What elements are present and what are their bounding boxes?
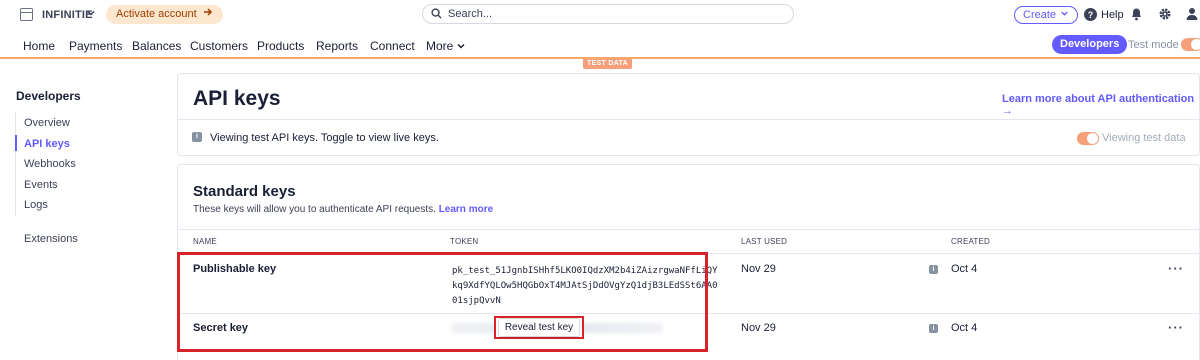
chevron-down-icon[interactable] xyxy=(456,40,466,54)
sidebar-item-overview[interactable]: Overview xyxy=(24,117,70,129)
user-icon[interactable] xyxy=(1186,7,1200,21)
sidebar-item-api-keys[interactable]: API keys xyxy=(24,138,70,150)
search-bar[interactable] xyxy=(422,4,794,24)
help-label: Help xyxy=(1101,8,1124,21)
nav-item-reports[interactable]: Reports xyxy=(316,39,358,53)
test-mode-toggle[interactable] xyxy=(1181,38,1200,51)
account-logo-icon xyxy=(20,8,33,21)
column-header-last-used: LAST USED xyxy=(741,237,788,246)
sidebar-title: Developers xyxy=(16,89,81,103)
sidebar-item-events[interactable]: Events xyxy=(24,179,58,191)
help-icon: ? xyxy=(1084,8,1097,21)
more-icon[interactable]: ··· xyxy=(1168,261,1184,276)
test-keys-notice: Viewing test API keys. Toggle to view li… xyxy=(210,132,439,144)
chevron-down-icon xyxy=(1060,9,1069,21)
column-header-token: TOKEN xyxy=(450,237,479,246)
bell-icon[interactable] xyxy=(1130,7,1144,21)
nav-item-payments[interactable]: Payments xyxy=(69,39,122,53)
create-label: Create xyxy=(1023,9,1057,21)
info-icon: i xyxy=(192,132,202,142)
reveal-test-key-label: Reveal test key xyxy=(497,318,581,337)
key-name: Secret key xyxy=(193,322,249,334)
help-button[interactable]: ? Help xyxy=(1084,8,1124,21)
search-input[interactable] xyxy=(448,8,768,20)
more-icon[interactable]: ··· xyxy=(1168,320,1184,335)
sidebar-item-extensions[interactable]: Extensions xyxy=(24,233,78,245)
create-button[interactable]: Create xyxy=(1014,6,1079,24)
divider xyxy=(177,229,1200,230)
reveal-test-key-button[interactable]: Reveal test key xyxy=(494,316,584,339)
created-value: Oct 4 xyxy=(951,322,978,334)
divider xyxy=(177,253,1200,254)
standard-keys-card xyxy=(177,164,1200,360)
page-title: API keys xyxy=(193,87,281,110)
nav-item-more[interactable]: More xyxy=(426,39,453,53)
info-icon[interactable]: i xyxy=(929,265,938,274)
viewing-test-data-toggle[interactable] xyxy=(1077,132,1099,145)
nav-item-customers[interactable]: Customers xyxy=(190,39,248,53)
nav-item-balances[interactable]: Balances xyxy=(132,39,181,53)
last-used-value: Nov 29 xyxy=(741,263,776,275)
last-used-value: Nov 29 xyxy=(741,322,776,334)
top-bar: INFINITIE Activate account Create ? Help xyxy=(0,0,1200,30)
viewing-test-data-label: Viewing test data xyxy=(1102,132,1186,144)
test-data-badge: TEST DATA xyxy=(583,59,632,69)
info-icon[interactable]: i xyxy=(929,324,938,333)
nav-item-home[interactable]: Home xyxy=(23,39,55,53)
nav-item-connect[interactable]: Connect xyxy=(370,39,415,53)
standard-keys-description-text: These keys will allow you to authenticat… xyxy=(193,204,436,215)
standard-keys-description: These keys will allow you to authenticat… xyxy=(193,204,493,215)
nav-item-products[interactable]: Products xyxy=(257,39,304,53)
learn-more-link[interactable]: Learn more xyxy=(439,204,493,215)
learn-more-api-auth-link[interactable]: Learn more about API authentication → xyxy=(1002,93,1200,117)
search-icon xyxy=(431,7,442,22)
chevron-down-icon[interactable] xyxy=(86,8,96,21)
key-name: Publishable key xyxy=(193,263,277,275)
sidebar-item-webhooks[interactable]: Webhooks xyxy=(24,158,76,170)
arrow-right-icon xyxy=(203,5,213,24)
column-header-created: CREATED xyxy=(951,237,991,246)
main-nav: Home Payments Balances Customers Product… xyxy=(0,30,1200,59)
sidebar-rail xyxy=(15,112,16,216)
divider xyxy=(177,119,1200,120)
divider xyxy=(177,313,1200,314)
column-header-name: NAME xyxy=(193,237,217,246)
standard-keys-title: Standard keys xyxy=(193,183,296,200)
created-value: Oct 4 xyxy=(951,263,978,275)
sidebar-item-logs[interactable]: Logs xyxy=(24,199,48,211)
sidebar-active-indicator xyxy=(15,135,17,151)
publishable-key-token[interactable]: pk_test_51JgnbISHhf5LKO0IQdzXM2b4iZAizrg… xyxy=(452,264,722,309)
test-mode-label: Test mode xyxy=(1128,39,1179,51)
gear-icon[interactable] xyxy=(1158,7,1172,21)
activate-account-label: Activate account xyxy=(116,8,197,20)
activate-account-button[interactable]: Activate account xyxy=(106,5,223,24)
developers-button[interactable]: Developers xyxy=(1052,35,1128,54)
